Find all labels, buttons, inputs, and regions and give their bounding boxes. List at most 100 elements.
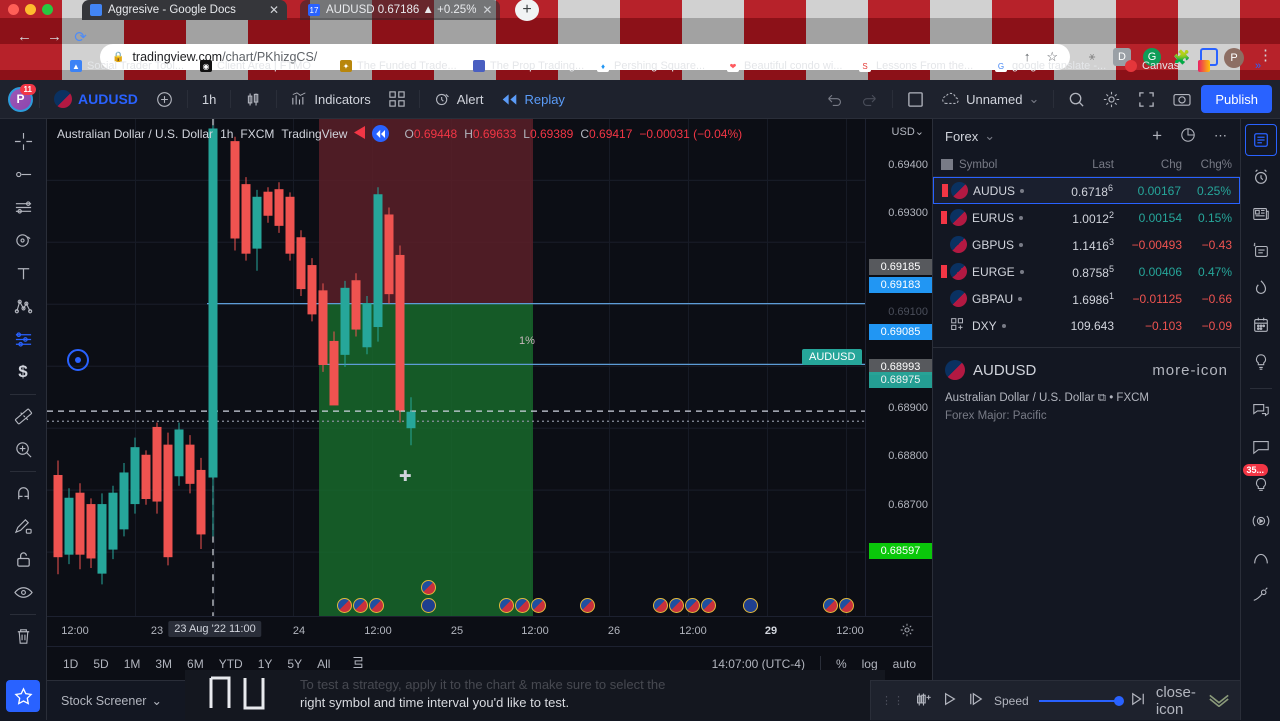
bookmark-1[interactable]: ◉Client Area | FTMO — [200, 56, 311, 76]
range-5d[interactable]: 5D — [87, 654, 114, 674]
text-icon[interactable] — [6, 257, 40, 289]
bookmarks-overflow-icon[interactable]: » — [1255, 56, 1261, 76]
add-symbol-icon[interactable] — [950, 317, 967, 335]
range-3m[interactable]: 3M — [149, 654, 178, 674]
calendar-icon[interactable] — [1245, 309, 1277, 341]
add-symbol-button[interactable] — [148, 85, 181, 113]
tab-close-icon[interactable]: ✕ — [269, 3, 279, 17]
scale-auto[interactable]: auto — [887, 654, 922, 674]
hide-drawings-icon[interactable] — [6, 576, 40, 608]
forward-icon[interactable]: → — [44, 26, 65, 47]
lock-drawings-icon[interactable] — [6, 510, 40, 542]
replay-rewind-icon[interactable] — [372, 125, 389, 142]
watchlist-title[interactable]: Forex — [945, 129, 978, 144]
column-chgpct[interactable]: Chg% — [1182, 159, 1232, 171]
drag-handle-icon[interactable]: ⋮⋮ — [881, 694, 905, 707]
chevron-down-icon[interactable]: ⌄ — [915, 126, 924, 138]
bookmark-5[interactable]: ❤Beautiful condo wi... — [727, 56, 842, 76]
browser-tab-1[interactable]: 17 AUDUSD 0.67186 ▲ +0.25% ✕ — [300, 0, 500, 20]
ideas-bulb-icon[interactable] — [1245, 346, 1277, 378]
collapse-icon[interactable] — [1208, 691, 1230, 710]
tab-close-icon[interactable]: ✕ — [482, 3, 492, 17]
watchlist-row-gbpusd[interactable]: GBPUS 1.14163 −0.00493 −0.43 — [933, 231, 1240, 258]
replay-anchor-point[interactable] — [67, 349, 89, 371]
tab-stock-screener[interactable]: Stock Screener ⌄ — [47, 681, 176, 721]
alert-button[interactable]: Alert — [426, 85, 492, 113]
lock-icon[interactable] — [6, 543, 40, 575]
trend-line-icon[interactable] — [6, 158, 40, 190]
snapshot-button[interactable] — [1165, 85, 1199, 113]
column-chg[interactable]: Chg — [1114, 159, 1182, 171]
favorites-star-icon[interactable] — [6, 680, 40, 712]
bookmark-9[interactable] — [1198, 56, 1210, 76]
bookmark-3[interactable]: The Prop Trading... — [473, 56, 584, 76]
trash-icon[interactable] — [6, 620, 40, 652]
jump-to-end-icon[interactable] — [1130, 692, 1146, 709]
indicators-button[interactable]: Indicators — [283, 85, 378, 113]
forecast-icon[interactable] — [6, 323, 40, 355]
shapes-icon[interactable] — [6, 224, 40, 256]
speed-slider[interactable] — [1039, 700, 1120, 702]
legend-description[interactable]: Australian Dollar / U.S. Dollar — [57, 127, 213, 141]
bookmark-0[interactable]: ▲Social Trader Tool... — [70, 56, 184, 76]
back-icon[interactable]: ← — [14, 26, 35, 47]
external-link-icon[interactable]: ⧉ — [1098, 392, 1106, 404]
select-bar-icon[interactable] — [915, 692, 932, 710]
new-tab-button[interactable]: + — [515, 0, 539, 21]
bookmark-8[interactable]: Canvas — [1125, 56, 1179, 76]
zoom-in-icon[interactable] — [6, 433, 40, 465]
chevron-down-icon[interactable]: ⌄ — [151, 693, 161, 708]
watchlist-icon[interactable] — [1245, 124, 1277, 156]
candlestick-chart[interactable]: 1% ✚ Australian Dollar / U.S. Dollar 1h … — [47, 119, 865, 616]
range-1d[interactable]: 1D — [57, 654, 84, 674]
add-symbol-button[interactable]: + — [1152, 126, 1162, 146]
publish-button[interactable]: Publish — [1201, 85, 1272, 113]
comment-icon[interactable] — [1245, 431, 1277, 463]
column-symbol[interactable]: Symbol — [959, 159, 1040, 171]
fullscreen-button[interactable] — [1130, 85, 1163, 113]
measure-icon[interactable] — [6, 400, 40, 432]
ideas-icon[interactable] — [1245, 235, 1277, 267]
news-icon[interactable] — [1245, 198, 1277, 230]
replay-button[interactable]: Replay — [493, 85, 572, 113]
browser-tab-0[interactable]: Aggresive - Google Docs ✕ — [82, 0, 287, 20]
legend-interval[interactable]: 1h — [220, 127, 233, 141]
bookmark-2[interactable]: ✦The Funded Trade... — [340, 56, 457, 76]
range-1m[interactable]: 1M — [118, 654, 147, 674]
chat-icon[interactable] — [1245, 394, 1277, 426]
reload-icon[interactable]: ⟳ — [70, 26, 91, 47]
bulb-notify-icon[interactable]: 35... — [1245, 468, 1277, 500]
bookmark-6[interactable]: SLessons From the... — [859, 56, 973, 76]
patterns-icon[interactable] — [6, 290, 40, 322]
watchlist-row-dxy[interactable]: DXY 109.643 −0.103 −0.09 — [933, 312, 1240, 339]
time-axis[interactable]: 12:00 23 23 Aug '22 11:00 24 12:00 25 12… — [47, 616, 932, 646]
user-avatar[interactable]: P 11 — [8, 87, 33, 112]
broadcast-icon[interactable] — [1245, 505, 1277, 537]
crosshair-icon[interactable] — [6, 125, 40, 157]
time-axis-settings-icon[interactable] — [900, 623, 914, 640]
templates-button[interactable] — [381, 85, 413, 113]
watchlist-row-audusd[interactable]: AUDUS 0.67186 0.00167 0.25% — [933, 177, 1240, 204]
symbol-search-button[interactable]: AUDUSD — [46, 85, 146, 113]
close-icon[interactable]: close-icon — [1156, 684, 1198, 718]
bookmark-4[interactable]: ♦Pershing Square... — [597, 56, 705, 76]
column-last[interactable]: Last — [1040, 159, 1114, 171]
object-tree-icon[interactable] — [1245, 542, 1277, 574]
layout-button[interactable] — [899, 85, 932, 113]
watchlist-row-eurusd[interactable]: EURUS 1.00122 0.00154 0.15% — [933, 204, 1240, 231]
pie-chart-icon[interactable] — [1180, 127, 1196, 146]
redo-button[interactable] — [853, 85, 886, 113]
search-button[interactable] — [1060, 85, 1093, 113]
magnet-icon[interactable] — [6, 477, 40, 509]
candle-style-button[interactable] — [237, 85, 270, 113]
window-controls[interactable] — [8, 4, 53, 15]
horizontal-lines-icon[interactable] — [6, 191, 40, 223]
price-scale[interactable]: USD⌄ 0.69400 0.69300 0.69100 0.68900 0.6… — [865, 119, 932, 616]
play-icon[interactable] — [942, 692, 958, 709]
chevron-down-icon[interactable]: ⌄ — [984, 128, 995, 144]
chart-settings-button[interactable] — [1095, 85, 1128, 113]
save-layout-button[interactable]: Unnamed ⌄ — [934, 85, 1047, 113]
watchlist-more-icon[interactable]: ⋯ — [1214, 128, 1228, 144]
symbol-detail-more-icon[interactable]: more-icon — [1152, 362, 1228, 379]
hotlist-icon[interactable] — [1245, 272, 1277, 304]
